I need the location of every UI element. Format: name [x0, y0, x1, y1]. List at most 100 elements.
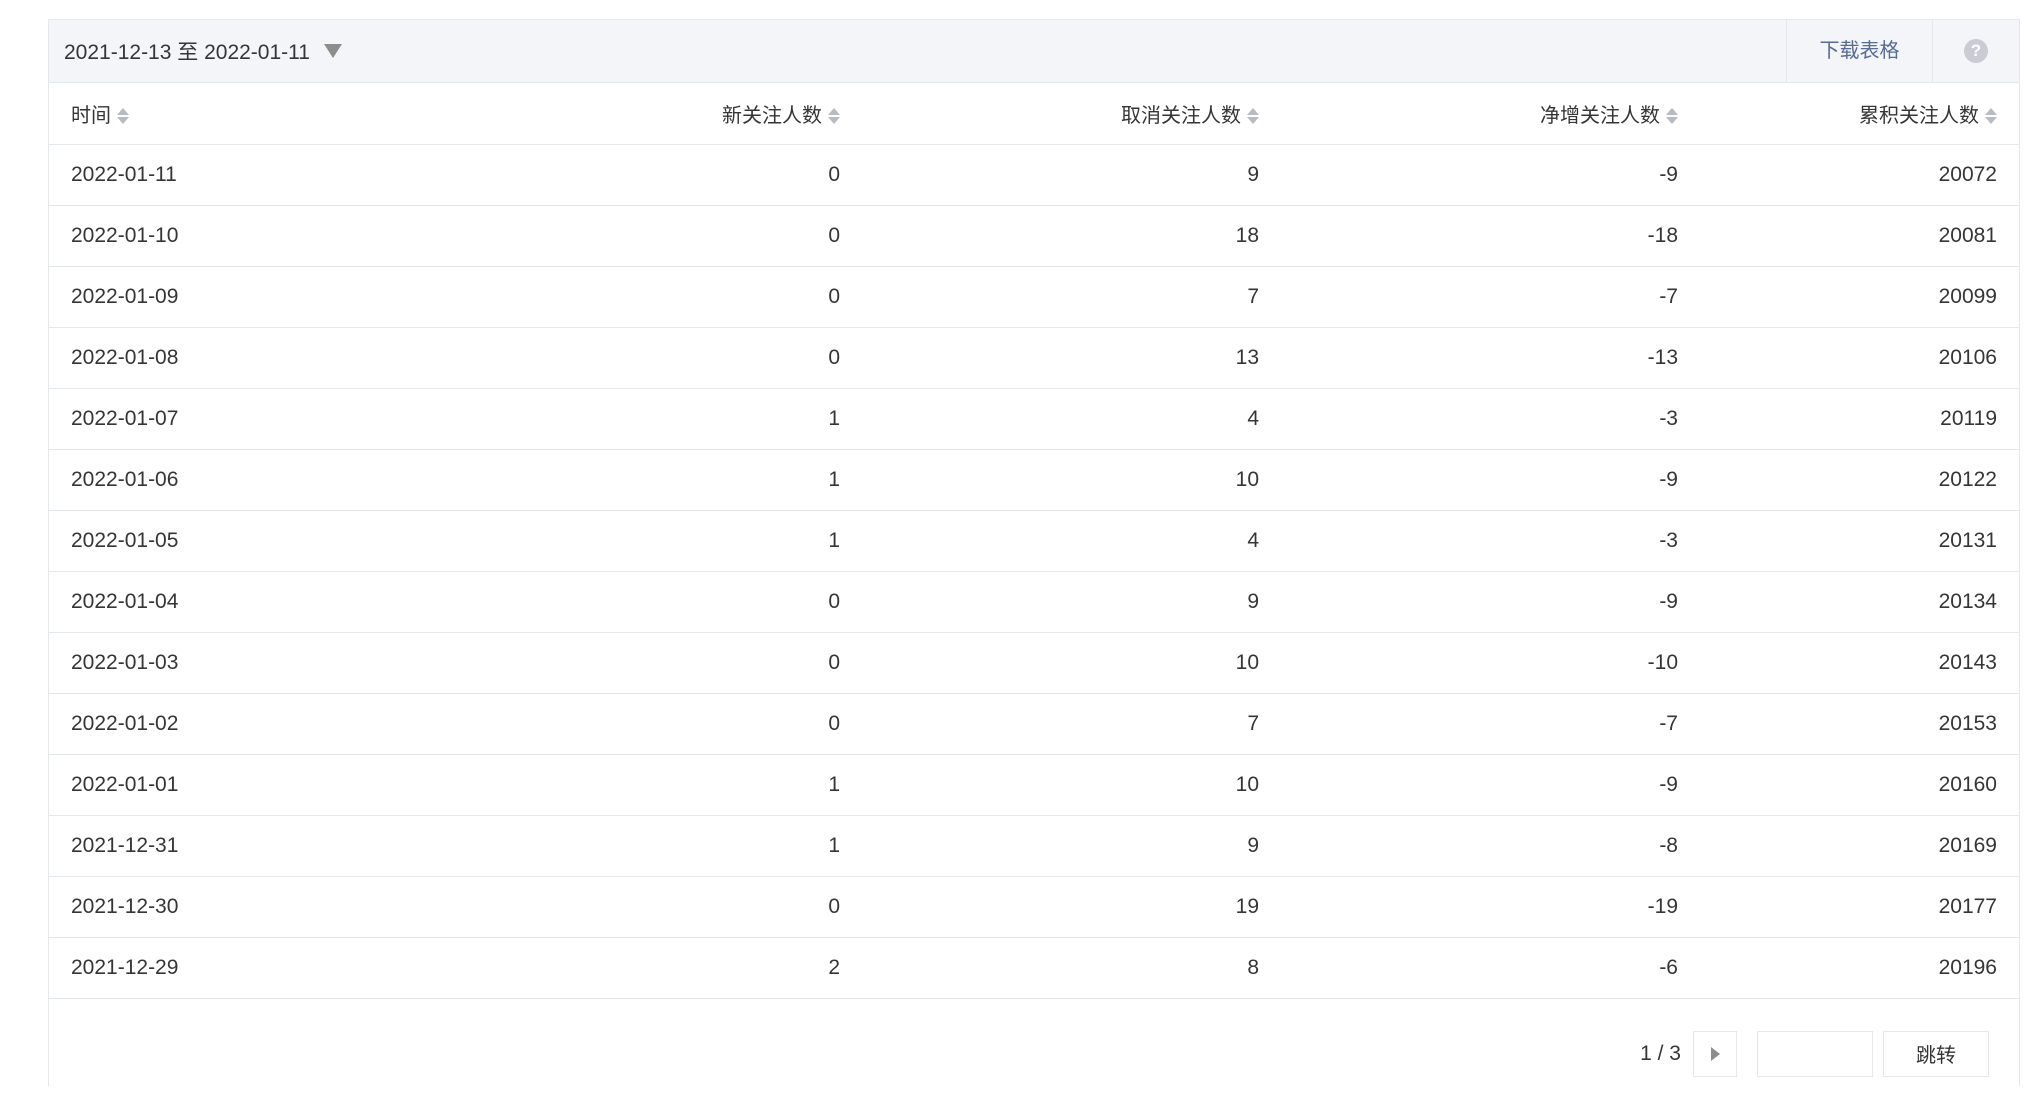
date-range-select[interactable]: 2021-12-13 至 2022-01-11 [49, 36, 342, 66]
cell-cumulative: 20099 [1700, 266, 2019, 328]
cell-unfollows: 9 [862, 815, 1281, 877]
cell-cumulative: 20153 [1700, 693, 2019, 755]
cell-new-followers: 0 [443, 205, 862, 267]
cell-new-followers: 0 [443, 632, 862, 694]
table-row: 2021-12-31 1 9 -8 20169 [49, 815, 2019, 877]
cell-new-followers: 1 [443, 388, 862, 450]
table-row: 2021-12-30 0 19 -19 20177 [49, 876, 2019, 938]
header-unfollows[interactable]: 取消关注人数 [862, 83, 1281, 145]
cell-date: 2022-01-06 [49, 449, 443, 511]
help-icon[interactable]: ? [1964, 39, 1988, 63]
cell-unfollows: 10 [862, 632, 1281, 694]
cell-net-growth: -6 [1281, 937, 1700, 999]
cell-cumulative: 20196 [1700, 937, 2019, 999]
cell-date: 2022-01-05 [49, 510, 443, 572]
header-label: 净增关注人数 [1540, 104, 1660, 127]
cell-unfollows: 10 [862, 754, 1281, 816]
toolbar-actions: 下载表格 ? [1786, 20, 2019, 82]
cell-date: 2022-01-04 [49, 571, 443, 633]
cell-net-growth: -3 [1281, 510, 1700, 572]
table-row: 2022-01-11 0 9 -9 20072 [49, 144, 2019, 206]
cell-new-followers: 0 [443, 571, 862, 633]
page-jump-input[interactable] [1757, 1030, 1873, 1077]
help-cell: ? [1932, 20, 2019, 82]
cell-unfollows: 10 [862, 449, 1281, 511]
cell-unfollows: 9 [862, 571, 1281, 633]
header-label: 累积关注人数 [1859, 104, 1979, 127]
cell-unfollows: 4 [862, 510, 1281, 572]
cell-cumulative: 20106 [1700, 327, 2019, 389]
table-header-row: 时间 新关注人数 取消关注人数 净增关注人数 累积关注人数 [49, 83, 2019, 145]
cell-unfollows: 7 [862, 693, 1281, 755]
header-cumulative[interactable]: 累积关注人数 [1700, 83, 2019, 145]
sort-icon[interactable] [1666, 107, 1678, 125]
cell-unfollows: 7 [862, 266, 1281, 328]
cell-unfollows: 4 [862, 388, 1281, 450]
cell-net-growth: -7 [1281, 266, 1700, 328]
table-row: 2022-01-05 1 4 -3 20131 [49, 510, 2019, 572]
cell-cumulative: 20134 [1700, 571, 2019, 633]
cell-net-growth: -18 [1281, 205, 1700, 267]
stats-table-panel: 2021-12-13 至 2022-01-11 下载表格 ? 时间 新关注人数 … [48, 19, 2020, 1086]
table-row: 2021-12-29 2 8 -6 20196 [49, 937, 2019, 999]
table-row: 2022-01-09 0 7 -7 20099 [49, 266, 2019, 328]
header-label: 新关注人数 [722, 104, 822, 127]
cell-date: 2022-01-10 [49, 205, 443, 267]
header-new-followers[interactable]: 新关注人数 [443, 83, 862, 145]
table-row: 2022-01-04 0 9 -9 20134 [49, 571, 2019, 633]
table-toolbar: 2021-12-13 至 2022-01-11 下载表格 ? [49, 20, 2019, 83]
cell-net-growth: -7 [1281, 693, 1700, 755]
cell-unfollows: 8 [862, 937, 1281, 999]
header-label: 时间 [71, 104, 111, 127]
cell-date: 2022-01-08 [49, 327, 443, 389]
cell-new-followers: 1 [443, 815, 862, 877]
sort-icon[interactable] [117, 107, 129, 125]
table-row: 2022-01-10 0 18 -18 20081 [49, 205, 2019, 267]
cell-net-growth: -8 [1281, 815, 1700, 877]
download-table-button[interactable]: 下载表格 [1786, 20, 1932, 82]
cell-net-growth: -3 [1281, 388, 1700, 450]
cell-net-growth: -10 [1281, 632, 1700, 694]
cell-cumulative: 20160 [1700, 754, 2019, 816]
header-label: 取消关注人数 [1121, 104, 1241, 127]
cell-date: 2021-12-31 [49, 815, 443, 877]
page-info: 1 / 3 [1640, 1041, 1681, 1065]
cell-date: 2022-01-09 [49, 266, 443, 328]
table-row: 2022-01-03 0 10 -10 20143 [49, 632, 2019, 694]
table-row: 2022-01-01 1 10 -9 20160 [49, 754, 2019, 816]
cell-unfollows: 13 [862, 327, 1281, 389]
cell-cumulative: 20131 [1700, 510, 2019, 572]
date-range-label: 2021-12-13 至 2022-01-11 [64, 41, 310, 64]
cell-net-growth: -9 [1281, 144, 1700, 206]
pagination: 1 / 3 跳转 [1640, 1030, 1989, 1077]
table-row: 2022-01-08 0 13 -13 20106 [49, 327, 2019, 389]
cell-date: 2022-01-07 [49, 388, 443, 450]
header-net-growth[interactable]: 净增关注人数 [1281, 83, 1700, 145]
cell-cumulative: 20177 [1700, 876, 2019, 938]
table-row: 2022-01-06 1 10 -9 20122 [49, 449, 2019, 511]
cell-new-followers: 0 [443, 327, 862, 389]
cell-unfollows: 18 [862, 205, 1281, 267]
jump-button[interactable]: 跳转 [1883, 1030, 1989, 1077]
table-row: 2022-01-02 0 7 -7 20153 [49, 693, 2019, 755]
cell-cumulative: 20072 [1700, 144, 2019, 206]
cell-new-followers: 1 [443, 510, 862, 572]
sort-icon[interactable] [1985, 107, 1997, 125]
cell-new-followers: 1 [443, 754, 862, 816]
cell-cumulative: 20122 [1700, 449, 2019, 511]
next-page-button[interactable] [1693, 1030, 1737, 1077]
cell-date: 2022-01-01 [49, 754, 443, 816]
cell-net-growth: -9 [1281, 754, 1700, 816]
header-time[interactable]: 时间 [49, 83, 443, 145]
next-page-icon [1710, 1046, 1720, 1061]
cell-unfollows: 19 [862, 876, 1281, 938]
sort-icon[interactable] [1247, 107, 1259, 125]
cell-new-followers: 0 [443, 144, 862, 206]
sort-icon[interactable] [828, 107, 840, 125]
table-footer: 1 / 3 跳转 [49, 999, 2019, 1109]
caret-down-icon [323, 44, 342, 58]
table-body: 2022-01-11 0 9 -9 20072 2022-01-10 0 18 -18 20081… [49, 144, 2019, 999]
cell-new-followers: 0 [443, 266, 862, 328]
cell-date: 2022-01-03 [49, 632, 443, 694]
cell-date: 2021-12-29 [49, 937, 443, 999]
